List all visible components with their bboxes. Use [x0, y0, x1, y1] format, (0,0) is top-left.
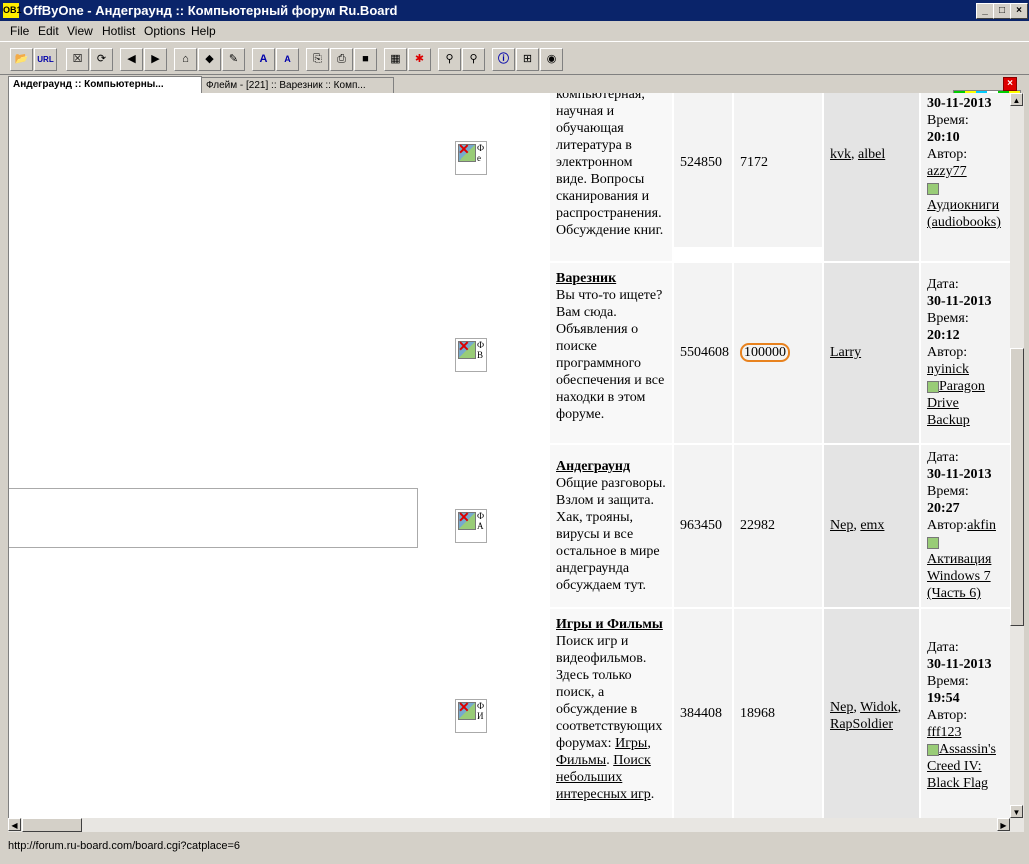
stop-icon[interactable]: ☒ — [66, 48, 89, 71]
save-icon[interactable]: ■ — [354, 48, 377, 71]
author-link[interactable]: fff123 — [927, 725, 961, 740]
menu-file[interactable]: File — [10, 24, 29, 38]
forum-moderators: Larry — [824, 263, 919, 443]
moderator-link[interactable]: emx — [860, 518, 884, 533]
cache-icon[interactable]: ◉ — [540, 48, 563, 71]
forward-icon[interactable]: ▶ — [144, 48, 167, 71]
options-icon[interactable]: ✱ — [408, 48, 431, 71]
author-link[interactable]: akfin — [967, 518, 996, 533]
blank-frame — [9, 488, 418, 548]
horizontal-scrollbar[interactable]: ◀ ▶ — [8, 818, 1024, 832]
horizontal-scroll-thumb[interactable] — [22, 818, 82, 832]
info-icon[interactable]: ⓘ — [492, 48, 515, 71]
author-link[interactable]: azzy77 — [927, 164, 967, 179]
scroll-left-icon[interactable]: ◀ — [8, 818, 21, 831]
forum-description: Игры и Фильмы Поиск игр и видеофильмов. … — [550, 609, 672, 818]
toolbar: 📂 URL ☒ ⟳ ◀ ▶ ⌂ ◆ ✎ A A ⎘ ⎙ ■ ▦ ✱ ⚲ ⚲ ⓘ … — [0, 41, 1029, 110]
copy-icon[interactable]: ⎘ — [306, 48, 329, 71]
forum-moderators: Nep, Widok, RapSoldier — [824, 609, 919, 818]
highlighted-posts-count: 100000 — [740, 343, 790, 362]
home-icon[interactable]: ⌂ — [174, 48, 197, 71]
forum-description: Варезник Вы что-то ищете? Вам сюда. Объя… — [550, 263, 672, 443]
print-icon[interactable]: ⎙ — [330, 48, 353, 71]
scroll-up-icon[interactable]: ▲ — [1010, 93, 1023, 106]
moderator-link[interactable]: Nep — [830, 700, 853, 715]
topic-icon — [927, 182, 939, 195]
forum-icon: ✕ Ф В — [455, 338, 487, 372]
forum-posts-count: 100000 — [734, 263, 822, 443]
forum-moderators: kvk, albel — [824, 93, 919, 261]
status-url: http://forum.ru-board.com/board.cgi?catp… — [8, 840, 241, 852]
scroll-right-icon[interactable]: ▶ — [997, 818, 1010, 831]
forum-topics-count: 5504608 — [674, 263, 732, 443]
menu-edit[interactable]: Edit — [38, 24, 59, 38]
forum-topics-count: 524850 — [674, 93, 732, 247]
forum-last-post: Дата: 30-11-2013 Время: 20:12 Автор: nyi… — [921, 263, 1011, 443]
forum-topics-count: 963450 — [674, 445, 732, 607]
status-bar: http://forum.ru-board.com/board.cgi?catp… — [0, 836, 1029, 858]
tab-anderground[interactable]: Андеграунд :: Компьютерны... — [8, 76, 202, 93]
forum-name-link[interactable]: Андеграунд — [556, 458, 666, 475]
forum-description: Андеграунд Общие разговоры. Взлом и защи… — [550, 445, 672, 607]
bookmark-icon[interactable]: ◆ — [198, 48, 221, 71]
forum-posts-count: 7172 — [734, 93, 822, 247]
moderator-link[interactable]: Larry — [830, 345, 861, 360]
scroll-down-icon[interactable]: ▼ — [1010, 805, 1023, 818]
forum-name-link[interactable]: Игры и Фильмы — [556, 616, 666, 633]
title-bar: OB1 OffByOne - Андеграунд :: Компьютерны… — [0, 0, 1029, 21]
moderator-link[interactable]: Widok — [860, 700, 898, 715]
forum-description: компьютерная, научная и обучающая литера… — [550, 93, 672, 261]
font-bigger-button[interactable]: A — [252, 48, 275, 71]
topic-icon — [927, 743, 939, 756]
topic-icon — [927, 536, 939, 549]
last-topic-link[interactable]: Аудиокниги (audiobooks) — [927, 198, 1001, 230]
app-icon: OB1 — [3, 3, 22, 18]
images-icon[interactable]: ▦ — [384, 48, 407, 71]
forum-topics-count: 384408 — [674, 609, 732, 818]
find-icon[interactable]: ⚲ — [438, 48, 461, 71]
moderator-link[interactable]: kvk — [830, 147, 851, 162]
forum-name-link[interactable]: Варезник — [556, 270, 666, 287]
forum-last-post: Дата: 30-11-2013 Время: 20:27 Автор:akfi… — [921, 445, 1011, 607]
forum-icon: ✕ Ф А — [455, 509, 487, 543]
moderator-link[interactable]: albel — [858, 147, 885, 162]
tab-bar: Андеграунд :: Компьютерны... Флейм - [22… — [0, 75, 1029, 93]
games-link[interactable]: Игры — [615, 736, 647, 751]
author-link[interactable]: nyinick — [927, 362, 969, 377]
find-next-icon[interactable]: ⚲ — [462, 48, 485, 71]
last-topic-link[interactable]: Активация Windows 7 (Часть 6) — [927, 552, 991, 601]
films-link[interactable]: Фильмы — [556, 753, 606, 768]
menu-view[interactable]: View — [67, 24, 93, 38]
menu-bar: File Edit View Hotlist Options Help — [0, 21, 1029, 40]
forum-posts-count: 22982 — [734, 445, 822, 607]
back-icon[interactable]: ◀ — [120, 48, 143, 71]
open-url-button[interactable]: URL — [34, 48, 57, 71]
window-title: OffByOne - Андеграунд :: Компьютерный фо… — [23, 3, 398, 18]
vertical-scrollbar[interactable]: ▲ ▼ — [1010, 93, 1024, 818]
moderator-link[interactable]: RapSoldier — [830, 717, 893, 732]
hotlist-icon[interactable]: ✎ — [222, 48, 245, 71]
tree-icon[interactable]: ⊞ — [516, 48, 539, 71]
menu-hotlist[interactable]: Hotlist — [102, 24, 135, 38]
forum-last-post: Дата: 30-11-2013 Время: 19:54 Автор: fff… — [921, 609, 1011, 818]
forum-posts-count: 18968 — [734, 609, 822, 818]
close-tab-icon[interactable]: × — [1003, 77, 1017, 91]
forum-icon: ✕ Ф И — [455, 699, 487, 733]
menu-help[interactable]: Help — [191, 24, 216, 38]
maximize-button[interactable]: □ — [993, 3, 1011, 19]
font-smaller-button[interactable]: A — [276, 48, 299, 71]
open-folder-icon[interactable]: 📂 — [10, 48, 33, 71]
tab-flame[interactable]: Флейм - [221] :: Варезник :: Комп... — [201, 77, 394, 93]
moderator-link[interactable]: Nep — [830, 518, 853, 533]
forum-icon: ✕ Ф е — [455, 141, 487, 175]
menu-options[interactable]: Options — [144, 24, 185, 38]
minimize-button[interactable]: _ — [976, 3, 994, 19]
close-window-button[interactable]: × — [1010, 3, 1028, 19]
page-content: ✕ Ф е компьютерная, научная и обучающая … — [8, 93, 1011, 818]
refresh-icon[interactable]: ⟳ — [90, 48, 113, 71]
forum-moderators: Nep, emx — [824, 445, 919, 607]
forum-last-post: 30-11-2013 Время: 20:10 Автор: azzy77 Ау… — [921, 93, 1011, 261]
topic-icon — [927, 380, 939, 393]
vertical-scroll-thumb[interactable] — [1010, 348, 1024, 626]
